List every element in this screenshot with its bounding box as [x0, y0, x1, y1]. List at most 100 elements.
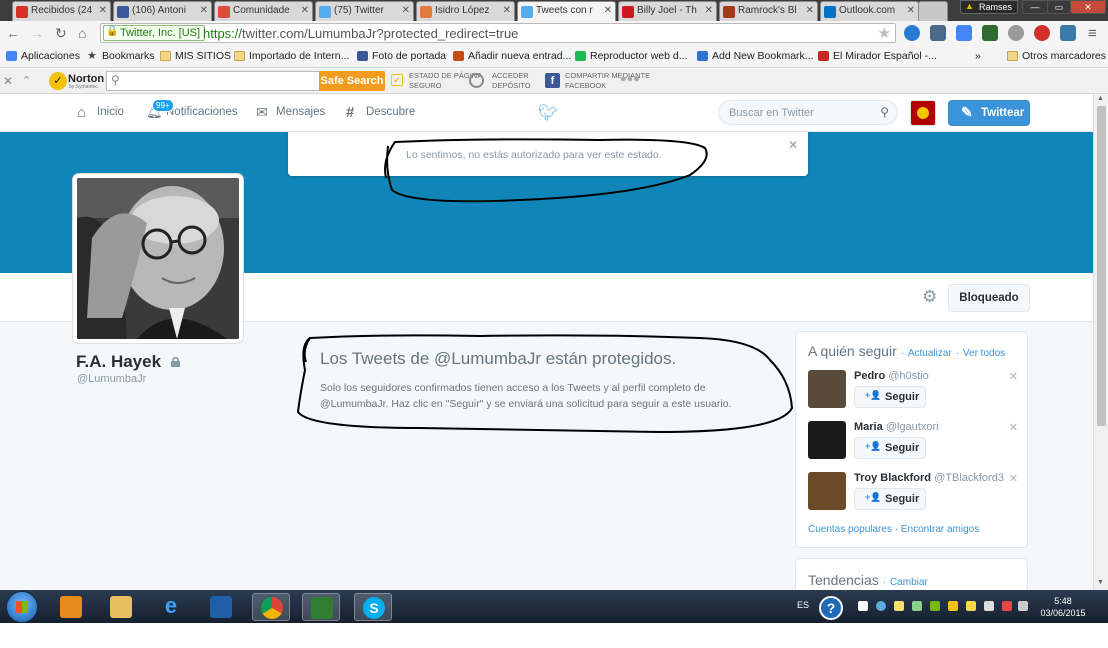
bookmark-item[interactable]: Importado de Intern...: [234, 50, 349, 62]
profile-handle[interactable]: @LumumbaJr: [77, 373, 146, 385]
bookmark-item[interactable]: Aplicaciones: [6, 50, 80, 62]
taskbar-clock[interactable]: 5:48 03/06/2015: [1034, 595, 1092, 619]
nav-messages[interactable]: ✉ Mensajes: [256, 104, 325, 120]
close-window-button[interactable]: ✕: [1070, 0, 1106, 14]
close-tab-icon[interactable]: ✕: [301, 5, 309, 16]
bookmark-item[interactable]: Foto de portada: [357, 50, 446, 62]
extension-android-icon[interactable]: [1008, 25, 1024, 41]
tray-app-icon[interactable]: [912, 601, 922, 611]
bookmark-item[interactable]: ★ Bookmarks: [87, 50, 155, 62]
suggested-user-name-row[interactable]: Troy Blackford @TBlackford3: [854, 472, 1004, 484]
norton-more-icon[interactable]: ●●●: [620, 73, 640, 85]
view-all-link[interactable]: Ver todos: [963, 348, 1005, 359]
tray-flag-icon[interactable]: [1002, 601, 1012, 611]
trends-change-link[interactable]: Cambiar: [890, 577, 928, 588]
blocked-button[interactable]: Bloqueado: [948, 284, 1030, 312]
avatar[interactable]: [808, 370, 846, 408]
tray-norton-icon[interactable]: [948, 601, 958, 611]
address-bar[interactable]: Twitter, Inc. [US] https://twitter.com/L…: [100, 23, 896, 43]
find-friends-link[interactable]: Encontrar amigos: [901, 524, 979, 535]
browser-tab[interactable]: Outlook.com ✕: [820, 1, 919, 21]
close-tab-icon[interactable]: ✕: [806, 5, 814, 16]
scroll-down-icon[interactable]: ▼: [1097, 579, 1104, 586]
start-button[interactable]: [6, 591, 38, 623]
close-tab-icon[interactable]: ✕: [200, 5, 208, 16]
close-tab-icon[interactable]: ✕: [705, 5, 713, 16]
close-tab-icon[interactable]: ✕: [604, 5, 612, 16]
home-icon[interactable]: ⌂: [78, 25, 86, 41]
other-bookmarks-folder[interactable]: Otros marcadores: [1007, 50, 1106, 62]
nav-home[interactable]: ⌂ Inicio: [77, 104, 124, 121]
account-avatar[interactable]: [910, 100, 936, 126]
tray-nvidia-icon[interactable]: [930, 601, 940, 611]
bookmark-item[interactable]: Añadir nueva entrad...: [453, 50, 571, 62]
nav-discover[interactable]: # Descubre: [346, 104, 415, 121]
network-icon[interactable]: [1018, 601, 1028, 611]
tray-sync-icon[interactable]: [876, 601, 886, 611]
popular-accounts-link[interactable]: Cuentas populares: [808, 524, 892, 535]
ssl-indicator[interactable]: Twitter, Inc. [US]: [103, 25, 206, 41]
help-icon[interactable]: ?: [819, 596, 843, 620]
browser-tab[interactable]: (75) Twitter ✕: [315, 1, 414, 21]
scrollbar-thumb[interactable]: [1097, 106, 1106, 426]
new-tab-button[interactable]: [918, 1, 948, 21]
browser-tab[interactable]: Billy Joel - Th ✕: [618, 1, 717, 21]
extension-profile-icon[interactable]: [904, 25, 920, 41]
browser-tab[interactable]: Comunidade ✕: [214, 1, 313, 21]
close-tab-icon[interactable]: ✕: [503, 5, 511, 16]
tray-windows-icon[interactable]: [858, 601, 868, 611]
bookmark-item[interactable]: Add New Bookmark...: [697, 50, 814, 62]
follow-button[interactable]: Seguir: [854, 488, 926, 510]
back-icon[interactable]: ←: [6, 25, 20, 41]
browser-tab[interactable]: Recibidos (24 ✕: [12, 1, 111, 21]
norton-collapse-icon[interactable]: ⌃: [22, 74, 31, 87]
volume-icon[interactable]: [984, 601, 994, 611]
avatar[interactable]: [808, 472, 846, 510]
suggested-user-name-row[interactable]: Pedro @h0stio: [854, 370, 929, 382]
bookmark-item[interactable]: Reproductor web d...: [575, 50, 687, 62]
bookmark-item[interactable]: El Mirador Español -...: [818, 50, 937, 62]
browser-tab[interactable]: (106) Antoni ✕: [113, 1, 212, 21]
close-tab-icon[interactable]: ✕: [907, 5, 915, 16]
deposit-text[interactable]: ACCEDER DEPÓSITO: [492, 71, 531, 91]
close-tab-icon[interactable]: ✕: [99, 5, 107, 16]
taskbar-media-player[interactable]: [52, 593, 90, 621]
reload-icon[interactable]: ↻: [55, 25, 67, 42]
adblock-plus-icon[interactable]: [1034, 25, 1050, 41]
browser-tab[interactable]: Isidro López ✕: [416, 1, 515, 21]
tray-note-icon[interactable]: [894, 601, 904, 611]
taskbar-skype[interactable]: S: [354, 593, 392, 621]
minimize-button[interactable]: —: [1022, 0, 1048, 14]
bookmarks-overflow-chevron[interactable]: »: [975, 50, 981, 62]
gear-icon[interactable]: ⚙: [922, 287, 937, 307]
tweet-button[interactable]: Twittear: [948, 100, 1030, 126]
browser-tab[interactable]: Ramrock's Bl ✕: [719, 1, 818, 21]
taskbar-chrome[interactable]: [252, 593, 290, 621]
tray-security-icon[interactable]: [966, 601, 976, 611]
follow-button[interactable]: Seguir: [854, 386, 926, 408]
refresh-link[interactable]: Actualizar: [908, 348, 952, 359]
search-icon[interactable]: ⚲: [880, 105, 889, 119]
suggested-user-name-row[interactable]: Maria @lgautxori: [854, 421, 939, 433]
language-indicator[interactable]: ES: [797, 600, 809, 610]
extension-check-icon[interactable]: [982, 25, 998, 41]
close-tab-icon[interactable]: ✕: [402, 5, 410, 16]
profile-photo[interactable]: [73, 174, 243, 343]
bookmark-star-icon[interactable]: ★: [878, 24, 891, 42]
norton-close-icon[interactable]: ✕: [3, 74, 13, 88]
norton-search-input[interactable]: ⚲: [106, 71, 320, 91]
safe-search-button[interactable]: Safe Search: [319, 71, 385, 91]
browser-tab[interactable]: Tweets con r ✕: [517, 1, 616, 21]
follow-button[interactable]: Seguir: [854, 437, 926, 459]
forward-icon[interactable]: →: [30, 25, 44, 41]
chrome-menu-icon[interactable]: ≡: [1088, 25, 1097, 42]
close-icon[interactable]: ✕: [788, 138, 798, 152]
browser-user-button[interactable]: Ramses: [960, 0, 1018, 14]
taskbar-explorer[interactable]: [102, 593, 140, 621]
extension-translate-icon[interactable]: [956, 25, 972, 41]
dismiss-icon[interactable]: ✕: [1009, 421, 1018, 434]
avatar[interactable]: [808, 421, 846, 459]
maximize-button[interactable]: ▭: [1047, 0, 1071, 14]
twitter-bird-icon[interactable]: 🐦︎: [538, 103, 558, 123]
page-scrollbar[interactable]: ▲ ▼: [1093, 94, 1108, 590]
